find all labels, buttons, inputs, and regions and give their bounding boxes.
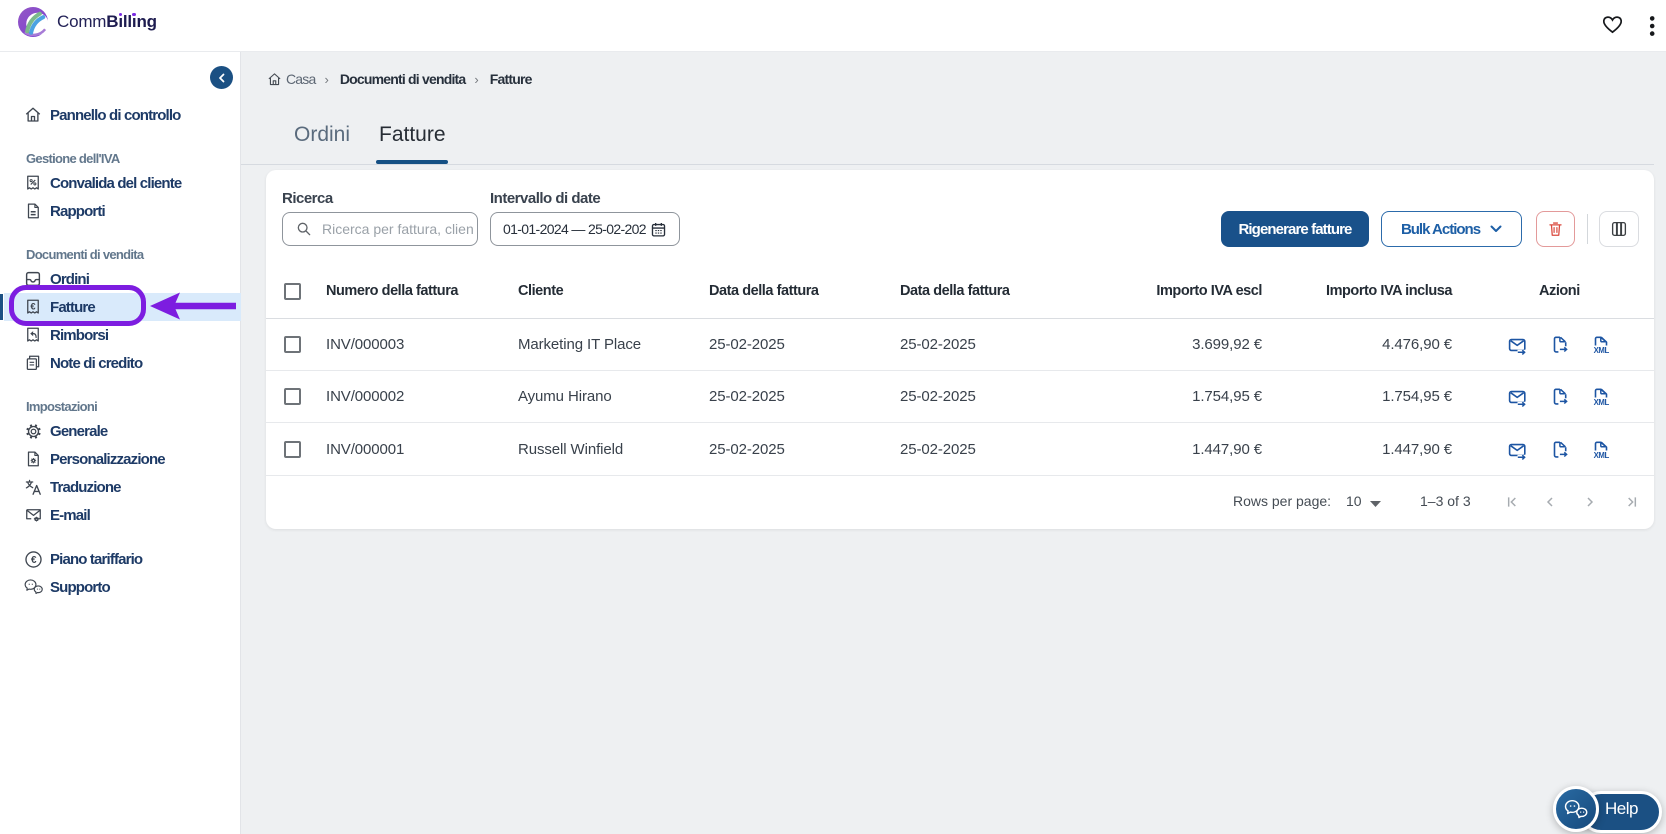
svg-text:€: € — [31, 554, 37, 565]
